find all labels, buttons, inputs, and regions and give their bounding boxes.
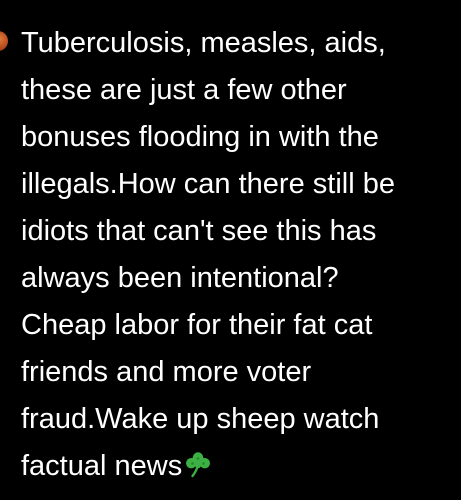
tweet-line-9: fraud.Wake up sheep watch	[21, 403, 380, 435]
tweet-line-10: factual news	[21, 443, 457, 494]
tweet-line-5: idiots that can't see this has	[21, 215, 377, 247]
tweet-line-1: Tuberculosis, measles, aids,	[21, 27, 386, 59]
shamrock-icon	[183, 447, 213, 494]
tweet-line-8: friends and more voter	[21, 356, 312, 388]
tweet-line-4: illegals.How can there still be	[21, 168, 395, 200]
tweet-post: Tuberculosis, measles, aids, these are j…	[0, 0, 461, 500]
tweet-line-3: bonuses flooding in with the	[21, 121, 379, 153]
tweet-body: Tuberculosis, measles, aids, these are j…	[21, 20, 457, 494]
avatar[interactable]	[0, 31, 8, 51]
tweet-line-10-text: factual news	[21, 450, 183, 482]
tweet-line-2: these are just a few other	[21, 74, 347, 106]
tweet-line-6: always been intentional?	[21, 262, 339, 294]
tweet-line-7: Cheap labor for their fat cat	[21, 309, 373, 341]
